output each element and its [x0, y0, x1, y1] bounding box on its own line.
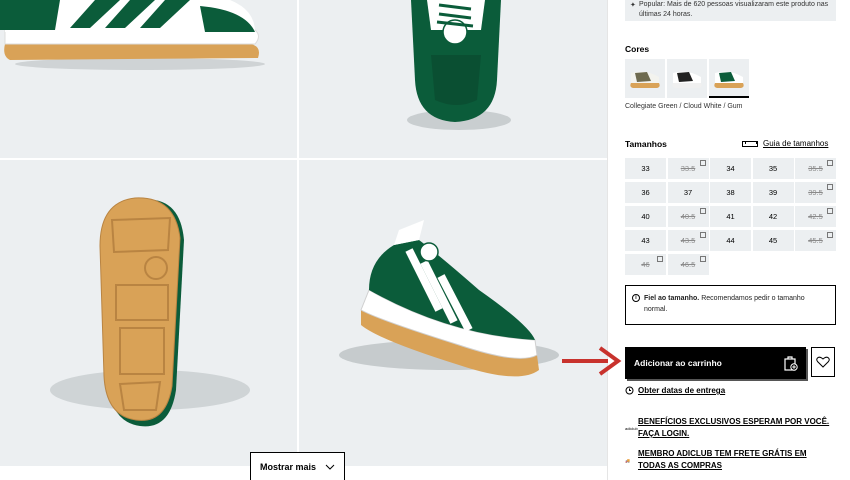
size-label: 39.5 [808, 188, 823, 197]
size-option[interactable]: 40 [625, 206, 666, 227]
size-option[interactable]: 45.5 [795, 230, 836, 251]
size-option[interactable]: 46 [625, 254, 666, 275]
colors-label: Cores [625, 44, 650, 54]
ruler-icon [742, 140, 758, 147]
size-option[interactable]: 40.5 [667, 206, 709, 227]
size-option[interactable]: 44 [710, 230, 751, 251]
size-label: 34 [726, 164, 735, 173]
add-to-cart-label: Adicionar ao carrinho [634, 358, 722, 368]
size-option[interactable]: 33.5 [667, 158, 709, 179]
color-swatch-olive[interactable] [625, 59, 665, 98]
heart-icon [816, 356, 830, 368]
product-image-angle[interactable] [299, 160, 607, 466]
notify-icon [699, 208, 706, 214]
notify-icon [699, 232, 706, 238]
size-label: 38 [726, 188, 735, 197]
size-label: 41 [726, 212, 735, 221]
size-label: 42 [768, 212, 778, 221]
color-swatch-green-selected[interactable] [709, 59, 749, 98]
notify-icon [657, 256, 663, 262]
size-option[interactable]: 36 [625, 182, 666, 203]
delivery-dates-link[interactable]: Obter datas de entrega [625, 386, 725, 395]
chevron-down-icon [325, 464, 335, 470]
perk-shipping-text: MEMBRO ADICLUB TEM FRETE GRÁTIS EM TODAS… [638, 449, 807, 470]
fit-bold-text: Fiel ao tamanho. [644, 295, 700, 302]
size-option[interactable]: 45 [752, 230, 794, 251]
size-label: 44 [726, 236, 735, 245]
size-label: 35 [768, 164, 778, 173]
size-option[interactable]: 42.5 [795, 206, 836, 227]
delivery-label: Obter datas de entrega [638, 386, 726, 395]
notify-icon [827, 160, 833, 166]
size-option[interactable]: 35.5 [795, 158, 836, 179]
color-swatch-black[interactable] [667, 59, 707, 98]
product-image-side[interactable] [0, 0, 297, 158]
add-to-cart-button[interactable]: Adicionar ao carrinho [625, 347, 806, 379]
selected-color-name: Collegiate Green / Cloud White / Gum [625, 103, 743, 110]
popularity-notice: ✦ Popular: Mais de 620 pessoas visualiza… [625, 0, 836, 21]
size-option[interactable]: 41 [710, 206, 751, 227]
size-label: 36 [641, 188, 650, 197]
popularity-text: Popular: Mais de 620 pessoas visualizara… [639, 1, 829, 18]
size-label: 45.5 [808, 236, 823, 245]
size-label: 42.5 [808, 212, 823, 221]
size-label: 45 [768, 236, 778, 245]
perk-shipping-link[interactable]: 🚚 MEMBRO ADICLUB TEM FRETE GRÁTIS EM TOD… [625, 448, 835, 472]
size-option[interactable]: 39 [752, 182, 794, 203]
notify-icon [827, 208, 833, 214]
truck-icon: 🚚 [625, 458, 630, 463]
fit-notice: i Fiel ao tamanho. Recomendamos pedir o … [625, 285, 836, 325]
size-option[interactable]: 37 [667, 182, 709, 203]
size-label: 46 [641, 260, 650, 269]
annotation-arrow-icon [562, 346, 622, 376]
adiclub-icon: adiclub [625, 426, 638, 431]
size-label: 43.5 [680, 236, 696, 245]
size-option[interactable]: 46.5 [667, 254, 709, 275]
sizes-label: Tamanhos [625, 139, 667, 149]
notify-icon [699, 160, 706, 166]
product-gallery: Mostrar mais [0, 0, 607, 480]
size-option[interactable]: 43 [625, 230, 666, 251]
size-label: 33 [641, 164, 650, 173]
size-option[interactable]: 38 [710, 182, 751, 203]
size-label: 37 [683, 188, 693, 197]
size-option[interactable]: 34 [710, 158, 751, 179]
size-label: 35.5 [808, 164, 823, 173]
size-option[interactable]: 33 [625, 158, 666, 179]
notify-icon [699, 256, 706, 262]
notify-icon [827, 184, 833, 190]
size-label: 40 [641, 212, 650, 221]
product-image-outsole[interactable] [0, 160, 297, 466]
size-option[interactable]: 43.5 [667, 230, 709, 251]
perk-login-link[interactable]: adiclub BENEFÍCIOS EXCLUSIVOS ESPERAM PO… [625, 416, 835, 440]
perk-login-text: BENEFÍCIOS EXCLUSIVOS ESPERAM POR VOCÊ. … [638, 417, 830, 438]
clock-refresh-icon [625, 386, 634, 395]
wishlist-button[interactable] [811, 347, 835, 377]
product-image-top[interactable] [299, 0, 607, 158]
cart-add-icon [784, 356, 798, 371]
notify-icon [827, 232, 833, 238]
size-option[interactable]: 35 [752, 158, 794, 179]
size-label: 39 [768, 188, 778, 197]
size-label: 33.5 [680, 164, 696, 173]
size-label: 46.5 [680, 260, 696, 269]
show-more-button[interactable]: Mostrar mais [250, 452, 345, 480]
info-icon: i [632, 294, 640, 302]
size-guide-label: Guia de tamanhos [763, 139, 829, 148]
size-label: 43 [641, 236, 650, 245]
size-guide-link[interactable]: Guia de tamanhos [742, 139, 828, 148]
popular-icon: ✦ [630, 2, 636, 9]
product-details-panel: ✦ Popular: Mais de 620 pessoas visualiza… [607, 0, 850, 480]
size-option[interactable]: 42 [752, 206, 794, 227]
size-label: 40.5 [680, 212, 696, 221]
show-more-label: Mostrar mais [259, 462, 317, 472]
size-option[interactable]: 39.5 [795, 182, 836, 203]
